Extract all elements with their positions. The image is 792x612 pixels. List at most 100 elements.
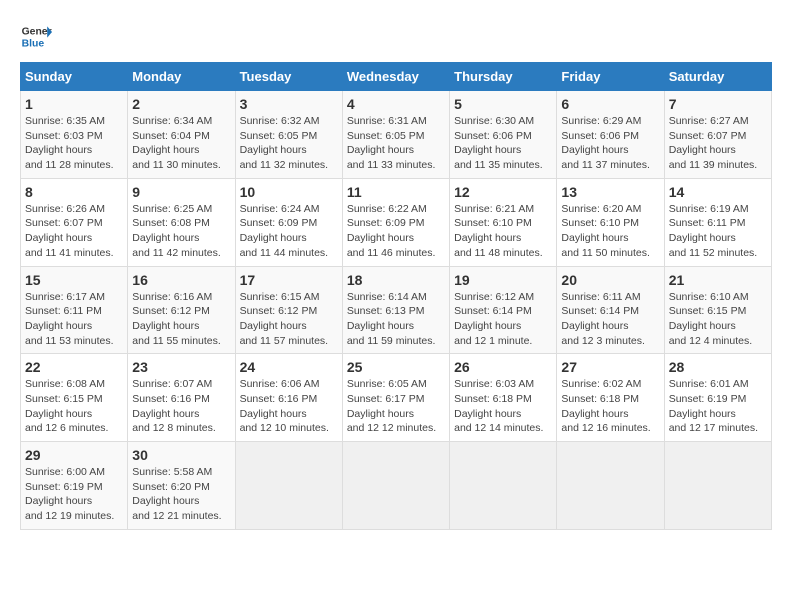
day-info: Sunrise: 6:26 AM Sunset: 6:07 PM Dayligh… (25, 202, 123, 261)
day-number: 9 (132, 184, 230, 200)
day-number: 3 (240, 96, 338, 112)
day-info: Sunrise: 6:19 AM Sunset: 6:11 PM Dayligh… (669, 202, 767, 261)
week-row-3: 15 Sunrise: 6:17 AM Sunset: 6:11 PM Dayl… (21, 266, 772, 354)
header-wednesday: Wednesday (342, 63, 449, 91)
day-info: Sunrise: 6:14 AM Sunset: 6:13 PM Dayligh… (347, 290, 445, 349)
calendar-cell: 18 Sunrise: 6:14 AM Sunset: 6:13 PM Dayl… (342, 266, 449, 354)
week-row-1: 1 Sunrise: 6:35 AM Sunset: 6:03 PM Dayli… (21, 91, 772, 179)
day-number: 19 (454, 272, 552, 288)
calendar-cell: 19 Sunrise: 6:12 AM Sunset: 6:14 PM Dayl… (450, 266, 557, 354)
day-info: Sunrise: 6:32 AM Sunset: 6:05 PM Dayligh… (240, 114, 338, 173)
logo: General Blue (20, 20, 52, 52)
calendar-cell: 15 Sunrise: 6:17 AM Sunset: 6:11 PM Dayl… (21, 266, 128, 354)
calendar-cell (557, 442, 664, 530)
day-info: Sunrise: 6:08 AM Sunset: 6:15 PM Dayligh… (25, 377, 123, 436)
day-info: Sunrise: 6:21 AM Sunset: 6:10 PM Dayligh… (454, 202, 552, 261)
day-number: 20 (561, 272, 659, 288)
calendar-cell (664, 442, 771, 530)
calendar-cell: 27 Sunrise: 6:02 AM Sunset: 6:18 PM Dayl… (557, 354, 664, 442)
calendar-cell: 13 Sunrise: 6:20 AM Sunset: 6:10 PM Dayl… (557, 178, 664, 266)
header-friday: Friday (557, 63, 664, 91)
day-number: 30 (132, 447, 230, 463)
calendar-cell (450, 442, 557, 530)
day-number: 6 (561, 96, 659, 112)
day-info: Sunrise: 6:00 AM Sunset: 6:19 PM Dayligh… (25, 465, 123, 524)
day-info: Sunrise: 6:05 AM Sunset: 6:17 PM Dayligh… (347, 377, 445, 436)
day-number: 12 (454, 184, 552, 200)
day-info: Sunrise: 6:22 AM Sunset: 6:09 PM Dayligh… (347, 202, 445, 261)
day-number: 2 (132, 96, 230, 112)
day-info: Sunrise: 6:17 AM Sunset: 6:11 PM Dayligh… (25, 290, 123, 349)
day-info: Sunrise: 6:34 AM Sunset: 6:04 PM Dayligh… (132, 114, 230, 173)
day-number: 23 (132, 359, 230, 375)
calendar-cell: 8 Sunrise: 6:26 AM Sunset: 6:07 PM Dayli… (21, 178, 128, 266)
calendar-cell: 11 Sunrise: 6:22 AM Sunset: 6:09 PM Dayl… (342, 178, 449, 266)
calendar-table: SundayMondayTuesdayWednesdayThursdayFrid… (20, 62, 772, 530)
calendar-cell: 6 Sunrise: 6:29 AM Sunset: 6:06 PM Dayli… (557, 91, 664, 179)
calendar-cell: 2 Sunrise: 6:34 AM Sunset: 6:04 PM Dayli… (128, 91, 235, 179)
day-info: Sunrise: 6:07 AM Sunset: 6:16 PM Dayligh… (132, 377, 230, 436)
day-number: 26 (454, 359, 552, 375)
calendar-cell: 25 Sunrise: 6:05 AM Sunset: 6:17 PM Dayl… (342, 354, 449, 442)
day-info: Sunrise: 6:12 AM Sunset: 6:14 PM Dayligh… (454, 290, 552, 349)
calendar-cell (342, 442, 449, 530)
header-tuesday: Tuesday (235, 63, 342, 91)
calendar-cell: 3 Sunrise: 6:32 AM Sunset: 6:05 PM Dayli… (235, 91, 342, 179)
day-number: 14 (669, 184, 767, 200)
day-info: Sunrise: 6:25 AM Sunset: 6:08 PM Dayligh… (132, 202, 230, 261)
day-info: Sunrise: 6:31 AM Sunset: 6:05 PM Dayligh… (347, 114, 445, 173)
day-number: 8 (25, 184, 123, 200)
day-info: Sunrise: 6:16 AM Sunset: 6:12 PM Dayligh… (132, 290, 230, 349)
calendar-cell: 22 Sunrise: 6:08 AM Sunset: 6:15 PM Dayl… (21, 354, 128, 442)
page-header: General Blue (20, 20, 772, 52)
day-info: Sunrise: 6:11 AM Sunset: 6:14 PM Dayligh… (561, 290, 659, 349)
header-monday: Monday (128, 63, 235, 91)
calendar-cell: 26 Sunrise: 6:03 AM Sunset: 6:18 PM Dayl… (450, 354, 557, 442)
week-row-5: 29 Sunrise: 6:00 AM Sunset: 6:19 PM Dayl… (21, 442, 772, 530)
day-info: Sunrise: 6:35 AM Sunset: 6:03 PM Dayligh… (25, 114, 123, 173)
day-number: 28 (669, 359, 767, 375)
day-info: Sunrise: 6:15 AM Sunset: 6:12 PM Dayligh… (240, 290, 338, 349)
calendar-cell: 24 Sunrise: 6:06 AM Sunset: 6:16 PM Dayl… (235, 354, 342, 442)
day-number: 22 (25, 359, 123, 375)
calendar-cell: 1 Sunrise: 6:35 AM Sunset: 6:03 PM Dayli… (21, 91, 128, 179)
header-thursday: Thursday (450, 63, 557, 91)
calendar-cell: 16 Sunrise: 6:16 AM Sunset: 6:12 PM Dayl… (128, 266, 235, 354)
logo-icon: General Blue (20, 20, 52, 52)
calendar-cell: 7 Sunrise: 6:27 AM Sunset: 6:07 PM Dayli… (664, 91, 771, 179)
calendar-cell: 20 Sunrise: 6:11 AM Sunset: 6:14 PM Dayl… (557, 266, 664, 354)
calendar-cell: 14 Sunrise: 6:19 AM Sunset: 6:11 PM Dayl… (664, 178, 771, 266)
day-info: Sunrise: 6:27 AM Sunset: 6:07 PM Dayligh… (669, 114, 767, 173)
day-number: 5 (454, 96, 552, 112)
day-number: 7 (669, 96, 767, 112)
days-header-row: SundayMondayTuesdayWednesdayThursdayFrid… (21, 63, 772, 91)
week-row-4: 22 Sunrise: 6:08 AM Sunset: 6:15 PM Dayl… (21, 354, 772, 442)
day-number: 15 (25, 272, 123, 288)
day-info: Sunrise: 6:03 AM Sunset: 6:18 PM Dayligh… (454, 377, 552, 436)
day-number: 17 (240, 272, 338, 288)
day-info: Sunrise: 6:30 AM Sunset: 6:06 PM Dayligh… (454, 114, 552, 173)
day-number: 13 (561, 184, 659, 200)
day-info: Sunrise: 6:20 AM Sunset: 6:10 PM Dayligh… (561, 202, 659, 261)
day-info: Sunrise: 6:29 AM Sunset: 6:06 PM Dayligh… (561, 114, 659, 173)
day-info: Sunrise: 5:58 AM Sunset: 6:20 PM Dayligh… (132, 465, 230, 524)
day-number: 1 (25, 96, 123, 112)
calendar-cell: 28 Sunrise: 6:01 AM Sunset: 6:19 PM Dayl… (664, 354, 771, 442)
day-info: Sunrise: 6:01 AM Sunset: 6:19 PM Dayligh… (669, 377, 767, 436)
header-sunday: Sunday (21, 63, 128, 91)
calendar-cell: 17 Sunrise: 6:15 AM Sunset: 6:12 PM Dayl… (235, 266, 342, 354)
day-number: 16 (132, 272, 230, 288)
calendar-cell: 30 Sunrise: 5:58 AM Sunset: 6:20 PM Dayl… (128, 442, 235, 530)
calendar-cell: 12 Sunrise: 6:21 AM Sunset: 6:10 PM Dayl… (450, 178, 557, 266)
calendar-cell: 23 Sunrise: 6:07 AM Sunset: 6:16 PM Dayl… (128, 354, 235, 442)
calendar-cell (235, 442, 342, 530)
calendar-cell: 10 Sunrise: 6:24 AM Sunset: 6:09 PM Dayl… (235, 178, 342, 266)
day-number: 29 (25, 447, 123, 463)
day-number: 4 (347, 96, 445, 112)
day-info: Sunrise: 6:10 AM Sunset: 6:15 PM Dayligh… (669, 290, 767, 349)
day-number: 10 (240, 184, 338, 200)
calendar-cell: 5 Sunrise: 6:30 AM Sunset: 6:06 PM Dayli… (450, 91, 557, 179)
day-info: Sunrise: 6:24 AM Sunset: 6:09 PM Dayligh… (240, 202, 338, 261)
week-row-2: 8 Sunrise: 6:26 AM Sunset: 6:07 PM Dayli… (21, 178, 772, 266)
svg-text:Blue: Blue (22, 38, 45, 49)
